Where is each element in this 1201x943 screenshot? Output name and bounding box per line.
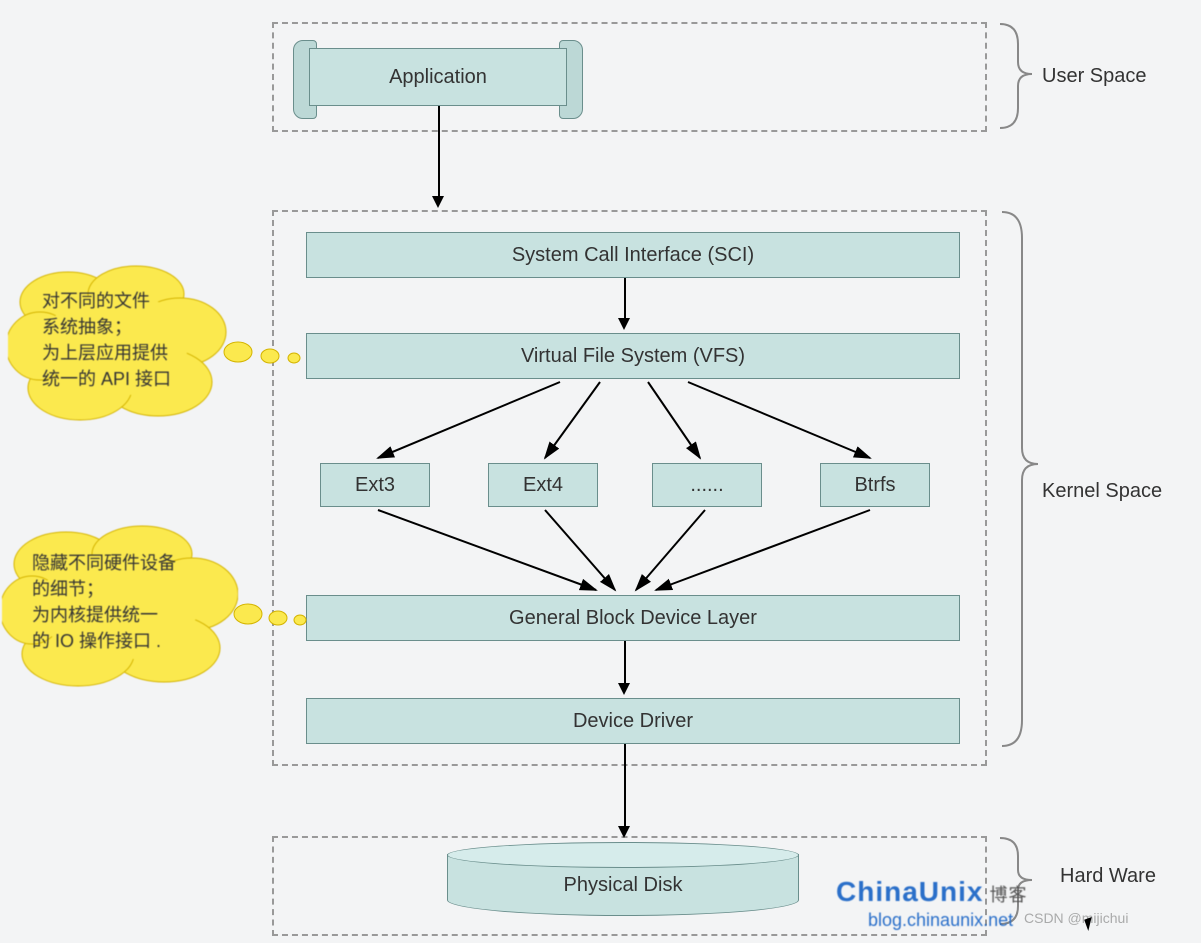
arrow-sci-vfs [624,278,626,320]
ext4-box: Ext4 [488,463,598,507]
arrowhead-driver-disk [618,826,630,838]
kernel-space-label: Kernel Space [1042,480,1162,503]
chinaunix-logo: ChinaUnix 博客 [836,876,1027,908]
vfs-cloud-l2: 系统抽象； [42,314,171,340]
diagram-canvas: { "sections": { "user_space": "User Spac… [0,0,1201,943]
gbdl-cloud-l2: 的细节； [32,576,176,602]
gbdl-cloud-l1: 隐藏不同硬件设备 [32,550,176,576]
chinaunix-sub: blog.chinaunix.net [868,910,1013,931]
gbdl-box: General Block Device Layer [306,595,960,641]
arrowhead-app-sci [432,196,444,208]
sci-box: System Call Interface (SCI) [306,232,960,278]
vfs-box: Virtual File System (VFS) [306,333,960,379]
csdn-watermark: CSDN @mijichui [1024,910,1128,926]
hardware-label: Hard Ware [1060,865,1156,888]
vfs-cloud-l3: 为上层应用提供 [42,340,171,366]
disk-label: Physical Disk [447,874,799,897]
gbdl-cloud-l3: 为内核提供统一 [32,602,176,628]
driver-box: Device Driver [306,698,960,744]
ext3-box: Ext3 [320,463,430,507]
arrowhead-sci-vfs [618,318,630,330]
logo-suffix: 博客 [989,885,1027,905]
arrowhead-gbdl-driver [618,683,630,695]
disk-cylinder: Physical Disk [447,842,799,927]
gbdl-cloud-l4: 的 IO 操作接口 . [32,628,176,654]
logo-main: ChinaUnix [836,876,983,907]
vfs-cloud-l1: 对不同的文件 [42,288,171,314]
vfs-cloud-l4: 统一的 API 接口 [42,366,171,392]
fs-dots-box: ...... [652,463,762,507]
application-box: Application [309,48,567,106]
gbdl-cloud: 隐藏不同硬件设备 的细节； 为内核提供统一 的 IO 操作接口 . [2,520,238,694]
arrow-gbdl-driver [624,641,626,685]
arrow-driver-disk [624,744,626,828]
user-space-label: User Space [1042,65,1147,88]
arrow-app-sci [438,106,440,198]
btrfs-box: Btrfs [820,463,930,507]
vfs-cloud: 对不同的文件 系统抽象； 为上层应用提供 统一的 API 接口 [8,260,228,430]
